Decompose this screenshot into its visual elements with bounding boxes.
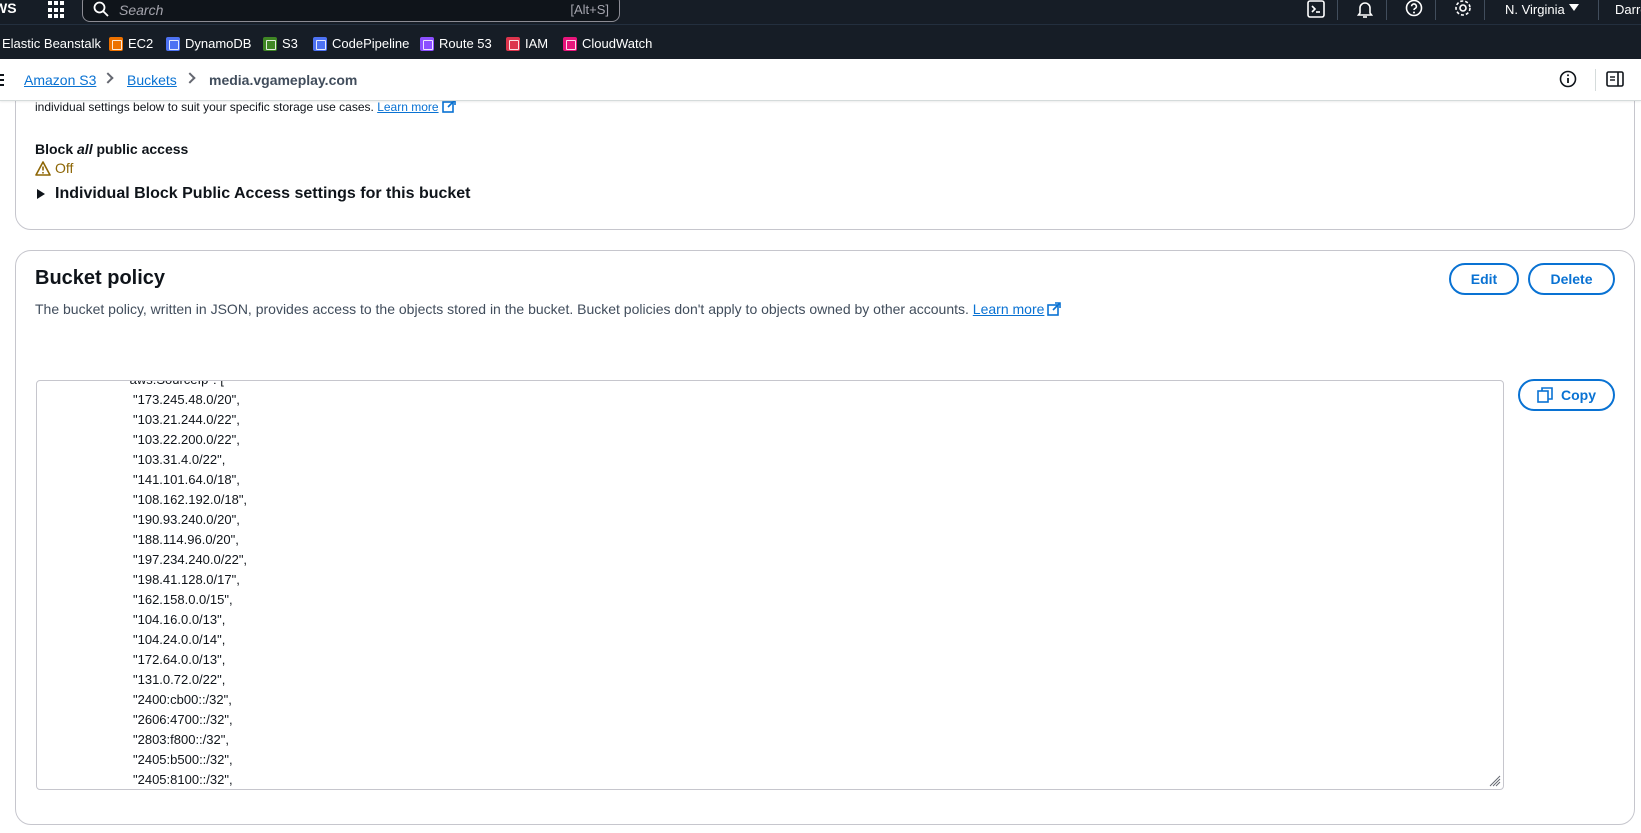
notifications-bell-icon[interactable] (1355, 0, 1375, 20)
help-icon[interactable] (1404, 0, 1424, 20)
breadcrumb-buckets[interactable]: Buckets (127, 72, 177, 88)
breadcrumb-amazon-s3[interactable]: Amazon S3 (24, 72, 96, 88)
code-line: "198.41.128.0/17", (133, 572, 240, 587)
block-all-public-access-label: Block all public access (35, 141, 189, 157)
favorite-ec2[interactable]: EC2 (109, 36, 153, 51)
favorite-label: Elastic Beanstalk (2, 36, 101, 51)
favorite-dynamodb[interactable]: DynamoDB (166, 36, 251, 51)
breadcrumb-bar: Amazon S3 Buckets media.vgameplay.com (0, 59, 1641, 101)
copy-button[interactable]: Copy (1518, 379, 1615, 411)
bucket-policy-description: The bucket policy, written in JSON, prov… (35, 301, 1062, 317)
ec2-icon (109, 36, 123, 51)
copy-icon (1537, 387, 1553, 403)
external-link-icon (441, 99, 456, 113)
navigation-menu-icon[interactable] (0, 74, 6, 86)
nav-divider (1435, 0, 1436, 20)
favorite-s3[interactable]: S3 (263, 36, 298, 51)
iam-icon (506, 36, 520, 51)
nav-divider (1484, 0, 1485, 20)
bucket-policy-learn-more-link[interactable]: Learn more (973, 301, 1045, 317)
copy-label: Copy (1561, 387, 1596, 403)
code-lines: "aws:SourceIp": [ "173.245.48.0/20", "103.… (37, 381, 1503, 789)
chevron-right-icon (184, 72, 196, 84)
code-line: "103.21.244.0/22", (133, 412, 240, 427)
bpa-learn-more-link[interactable]: Learn more (377, 100, 438, 114)
favorite-label: IAM (525, 36, 549, 51)
s3-icon (263, 36, 277, 51)
region-caret-icon[interactable] (1569, 4, 1579, 11)
code-line: "2400:cb00::/32", (133, 692, 232, 707)
search-input[interactable]: Search [Alt+S] (82, 0, 620, 22)
route53-icon (420, 36, 434, 51)
code-line: "aws:SourceIp": [ (37, 381, 1503, 390)
bucket-policy-title: Bucket policy (35, 267, 166, 289)
cloudwatch-icon (563, 36, 577, 51)
code-line: "197.234.240.0/22", (133, 552, 248, 567)
warning-icon (35, 160, 51, 176)
favorites-bar: Elastic Beanstalk EC2 DynamoDB S3 CodePi… (0, 24, 1641, 59)
region-selector[interactable]: N. Virginia (1505, 2, 1565, 17)
nav-divider (1386, 0, 1387, 20)
policy-json-viewer[interactable]: "aws:SourceIp": [ "173.245.48.0/20", "103.… (36, 380, 1504, 790)
favorite-route53[interactable]: Route 53 (420, 36, 492, 51)
divider (1595, 69, 1596, 91)
settings-gear-icon[interactable] (1453, 0, 1473, 20)
favorite-label: DynamoDB (185, 36, 252, 51)
code-line: "2405:8100::/32", (133, 772, 233, 787)
services-menu-icon[interactable] (46, 0, 66, 20)
bpa-settings-label: Individual Block Public Access settings … (55, 185, 471, 202)
side-panel-icon[interactable] (1606, 70, 1624, 88)
breadcrumb-current: media.vgameplay.com (209, 72, 358, 88)
search-placeholder: Search (119, 2, 164, 18)
code-line: "190.93.240.0/20", (133, 512, 240, 527)
account-menu[interactable]: Darren (1615, 2, 1641, 17)
code-line: "2606:4700::/32", (133, 712, 233, 727)
code-line: "162.158.0.0/15", (133, 592, 233, 607)
favorite-label: CloudWatch (582, 36, 653, 51)
nav-divider (1598, 0, 1599, 20)
code-line: "173.245.48.0/20", (133, 392, 240, 407)
code-line: "108.162.192.0/18", (133, 492, 248, 507)
search-icon (93, 1, 109, 17)
code-line: "103.31.4.0/22", (133, 452, 226, 467)
code-line: "188.114.96.0/20", (133, 532, 239, 547)
code-line: "103.22.200.0/22", (133, 432, 240, 447)
info-icon[interactable] (1559, 70, 1577, 88)
code-line: "2405:b500::/32", (133, 752, 233, 767)
aws-logo[interactable]: WS (0, 0, 17, 20)
bpa-description: individual settings below to suit your s… (35, 99, 456, 114)
search-shortcut: [Alt+S] (570, 2, 609, 17)
resize-handle-icon[interactable] (1489, 775, 1501, 787)
code-line: "104.24.0.0/14", (133, 632, 226, 647)
dynamodb-icon (166, 36, 180, 51)
favorite-label: Route 53 (439, 36, 492, 51)
bpa-status-text: Off (55, 160, 74, 176)
code-line: "104.16.0.0/13", (133, 612, 226, 627)
codepipeline-icon (313, 36, 327, 51)
nav-divider (1337, 0, 1338, 20)
code-line: "141.101.64.0/18", (133, 472, 240, 487)
favorite-cloudwatch[interactable]: CloudWatch (563, 36, 652, 51)
top-navigation: WS Search [Alt+S] N. Virginia Darren (0, 0, 1641, 24)
favorite-iam[interactable]: IAM (506, 36, 548, 51)
chevron-right-icon (102, 72, 114, 84)
code-line: "2803:f800::/32", (133, 732, 229, 747)
favorite-elastic-beanstalk[interactable]: Elastic Beanstalk (2, 36, 101, 51)
edit-button[interactable]: Edit (1449, 263, 1519, 295)
favorite-codepipeline[interactable]: CodePipeline (313, 36, 409, 51)
bpa-settings-expander[interactable]: Individual Block Public Access settings … (37, 185, 471, 203)
favorite-label: CodePipeline (332, 36, 410, 51)
code-line: "131.0.72.0/22", (133, 672, 226, 687)
external-link-icon (1047, 302, 1062, 316)
favorite-label: EC2 (128, 36, 154, 51)
code-line: "172.64.0.0/13", (133, 652, 226, 667)
cloudshell-icon[interactable] (1306, 0, 1326, 20)
caret-right-icon (37, 189, 45, 199)
favorite-label: S3 (282, 36, 298, 51)
bpa-status: Off (35, 160, 73, 176)
delete-button[interactable]: Delete (1528, 263, 1615, 295)
